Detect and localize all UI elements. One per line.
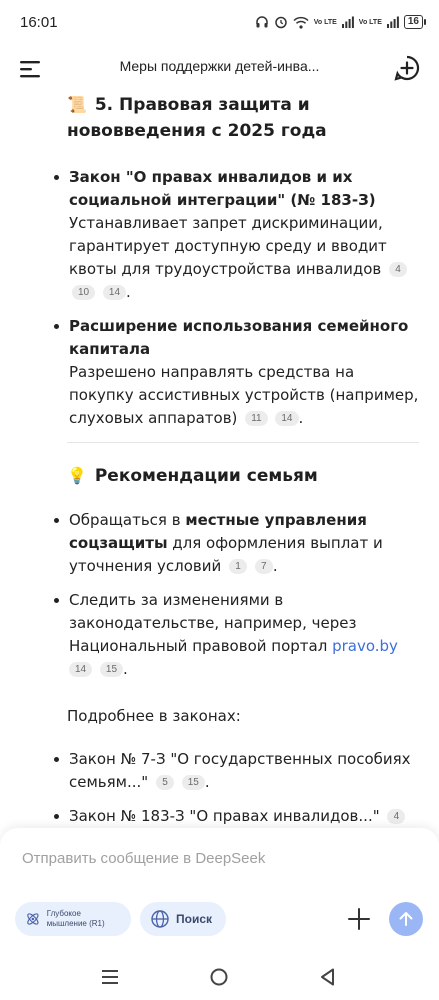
list-item: Расширение использования семейного капит…: [54, 315, 419, 430]
list-item: Обращаться в местные управления соцзащит…: [54, 509, 419, 578]
recents-button[interactable]: [99, 966, 121, 988]
new-chat-icon: [394, 55, 420, 81]
system-nav-bar: [0, 952, 439, 1000]
lightbulb-emoji-icon: 💡: [67, 466, 87, 485]
menu-icon: [20, 61, 40, 78]
list-item-text: Устанавливает запрет дискриминации, гара…: [69, 214, 387, 278]
status-time: 16:01: [20, 13, 58, 31]
section-heading-legal-text: 5. Правовая защита и нововведения с 2025…: [67, 95, 327, 141]
citation-badge[interactable]: 4: [389, 262, 408, 277]
section-heading-legal: 📜 5. Правовая защита и нововведения с 20…: [67, 92, 419, 144]
signal-icon: [341, 16, 354, 28]
send-button[interactable]: [389, 902, 423, 936]
wifi-icon: [293, 16, 309, 29]
section-heading-recommendations: 💡 Рекомендации семьям: [67, 463, 419, 489]
citation-badge[interactable]: 15: [181, 775, 205, 790]
chat-content: 📜 5. Правовая защита и нововведения с 20…: [0, 92, 439, 828]
scroll-emoji-icon: 📜: [67, 95, 87, 114]
battery-indicator: 16: [403, 15, 427, 29]
citation-badge[interactable]: 14: [275, 411, 299, 426]
recents-icon: [102, 970, 118, 984]
citation-badge[interactable]: 14: [102, 285, 127, 300]
message-composer: Отправить сообщение в DeepSeek Глубокое …: [0, 828, 439, 952]
attach-button[interactable]: [346, 906, 372, 932]
list-item: Закон № 183-З "О правах инвалидов..." 4: [54, 805, 419, 828]
signal-icon-2: [386, 16, 399, 28]
home-button[interactable]: [208, 966, 230, 988]
list-item-bold: Закон "О правах инвалидов и их социально…: [69, 168, 376, 209]
volte-icon-2: Vo LTE: [358, 18, 382, 26]
citation-badge[interactable]: 15: [99, 662, 124, 677]
headphones-icon: [255, 15, 269, 29]
back-button[interactable]: [317, 966, 339, 988]
list-item: Следить за изменениями в законодательств…: [54, 589, 419, 681]
citation-badge[interactable]: 1: [229, 559, 248, 574]
pravo-link[interactable]: pravo.by: [332, 637, 398, 655]
menu-button[interactable]: [18, 58, 44, 80]
list-item-text: Следить за изменениями в законодательств…: [69, 591, 357, 655]
list-item: Закон № 7-З "О государственных пособиях …: [54, 748, 419, 794]
globe-icon: [151, 910, 169, 928]
deep-think-toggle[interactable]: Глубокое мышление (R1): [15, 902, 131, 936]
section-heading-recommendations-text: Рекомендации семьям: [94, 466, 318, 486]
new-chat-button[interactable]: [393, 54, 421, 82]
message-input[interactable]: Отправить сообщение в DeepSeek: [22, 850, 265, 867]
volte-icon: Vo LTE: [313, 18, 337, 26]
list-item-text: Обращаться в: [69, 511, 186, 529]
atom-icon: [27, 913, 39, 925]
status-icons: Vo LTE Vo LTE 16: [255, 15, 427, 29]
citation-badge[interactable]: 5: [155, 775, 174, 790]
list-item-bold: Расширение использования семейного капит…: [69, 317, 409, 358]
list-item-text: Закон № 7-З "О государственных пособиях …: [69, 750, 411, 791]
recommendations-list: Обращаться в местные управления соцзащит…: [54, 509, 419, 681]
chat-header: Меры поддержки детей-инва...: [0, 44, 439, 92]
citation-badge[interactable]: 10: [72, 285, 96, 300]
list-item-text: Закон № 183-З "О правах инвалидов...": [69, 807, 380, 825]
arrow-up-icon: [399, 912, 413, 926]
laws-list: Закон № 7-З "О государственных пособиях …: [54, 748, 419, 828]
alarm-icon: [274, 15, 288, 29]
search-label: Поиск: [176, 912, 213, 926]
citation-badge[interactable]: 11: [245, 411, 268, 426]
back-triangle-icon: [321, 968, 334, 986]
citation-badge[interactable]: 4: [387, 809, 406, 824]
legal-list: Закон "О правах инвалидов и их социально…: [54, 166, 419, 430]
deep-think-label: Глубокое мышление (R1): [46, 909, 105, 928]
plus-icon: [348, 908, 370, 930]
citation-badge[interactable]: 14: [69, 662, 93, 677]
chat-title: Меры поддержки детей-инва...: [119, 58, 320, 74]
search-toggle[interactable]: Поиск: [140, 902, 226, 936]
list-item: Закон "О правах инвалидов и их социально…: [54, 166, 419, 304]
status-bar: 16:01 Vo LTE Vo LTE 16: [0, 0, 439, 44]
section-divider: [67, 442, 419, 443]
laws-intro: Подробнее в законах:: [67, 707, 241, 725]
home-circle-icon: [210, 968, 228, 986]
list-item-text: Разрешено направлять средства на покупку…: [69, 363, 419, 427]
citation-badge[interactable]: 7: [254, 559, 273, 574]
